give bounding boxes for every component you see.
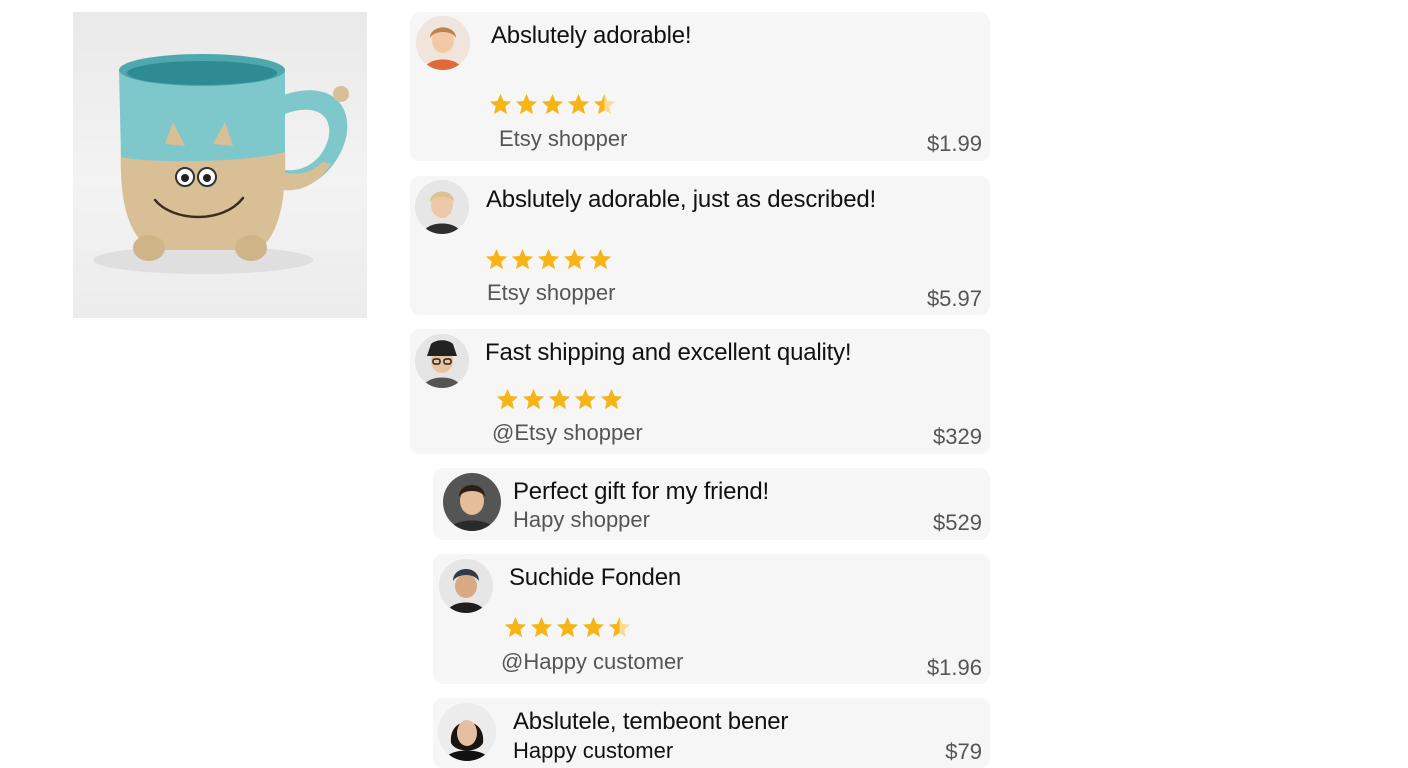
review-card[interactable]: Abslutely adorable, just as described! E…	[410, 176, 990, 315]
review-card[interactable]: Suchide Fonden @Happy customer $1.96	[433, 554, 990, 684]
review-title: Abslutely adorable!	[491, 22, 692, 49]
star-full-icon	[504, 616, 527, 638]
smiling-mug-illustration	[93, 54, 349, 274]
review-card[interactable]: Fast shipping and excellent quality! @Et…	[410, 329, 990, 454]
star-full-icon	[574, 388, 597, 410]
reviewer-avatar	[415, 180, 469, 234]
star-full-icon	[541, 93, 564, 115]
star-half-icon	[608, 616, 631, 638]
star-full-icon	[496, 388, 519, 410]
review-title: Fast shipping and excellent quality!	[485, 339, 852, 366]
star-full-icon	[530, 616, 553, 638]
review-card[interactable]: Abslutely adorable! Etsy shopper $1.99	[410, 12, 990, 161]
star-full-icon	[485, 248, 508, 270]
star-full-icon	[511, 248, 534, 270]
reviewer-avatar	[416, 16, 470, 70]
star-full-icon	[567, 93, 590, 115]
reviewer-label: Happy customer	[513, 738, 674, 763]
star-full-icon	[522, 388, 545, 410]
reviewer-label: @Etsy shopper	[492, 420, 643, 445]
reviewer-avatar	[415, 334, 469, 388]
reviewer-label: Hapy shopper	[513, 507, 650, 532]
rating-stars	[495, 387, 624, 412]
reviewer-label: Etsy shopper	[499, 126, 628, 151]
price-label: $79	[945, 739, 982, 764]
star-full-icon	[589, 248, 612, 270]
reviewer-label: @Happy customer	[501, 649, 684, 674]
review-title: Abslutele, tembeont bener	[513, 708, 789, 735]
star-full-icon	[600, 388, 623, 410]
review-title: Suchide Fonden	[509, 564, 681, 591]
star-full-icon	[556, 616, 579, 638]
review-title: Abslutely adorable, just as described!	[486, 186, 876, 213]
star-half-icon	[593, 93, 616, 115]
reviewer-avatar	[439, 559, 493, 613]
review-card[interactable]: Abslutele, tembeont bener Happy customer…	[433, 698, 990, 768]
review-card[interactable]: Perfect gift for my friend! Hapy shopper…	[433, 468, 990, 540]
price-label: $5.97	[926, 286, 982, 311]
review-title: Perfect gift for my friend!	[513, 478, 770, 505]
star-full-icon	[515, 93, 538, 115]
reviewer-avatar	[438, 703, 496, 761]
price-label: $329	[933, 424, 982, 449]
reviewer-label: Etsy shopper	[487, 280, 616, 305]
star-full-icon	[548, 388, 571, 410]
star-full-icon	[563, 248, 586, 270]
rating-stars	[503, 615, 632, 640]
price-label: $529	[933, 510, 982, 535]
star-full-icon	[537, 248, 560, 270]
reviewer-avatar	[443, 473, 501, 531]
price-label: $1.96	[926, 655, 982, 680]
price-label: $1.99	[926, 131, 982, 156]
product-image[interactable]	[73, 12, 367, 318]
star-full-icon	[489, 93, 512, 115]
star-full-icon	[582, 616, 605, 638]
rating-stars	[484, 247, 613, 272]
rating-stars	[488, 92, 617, 117]
